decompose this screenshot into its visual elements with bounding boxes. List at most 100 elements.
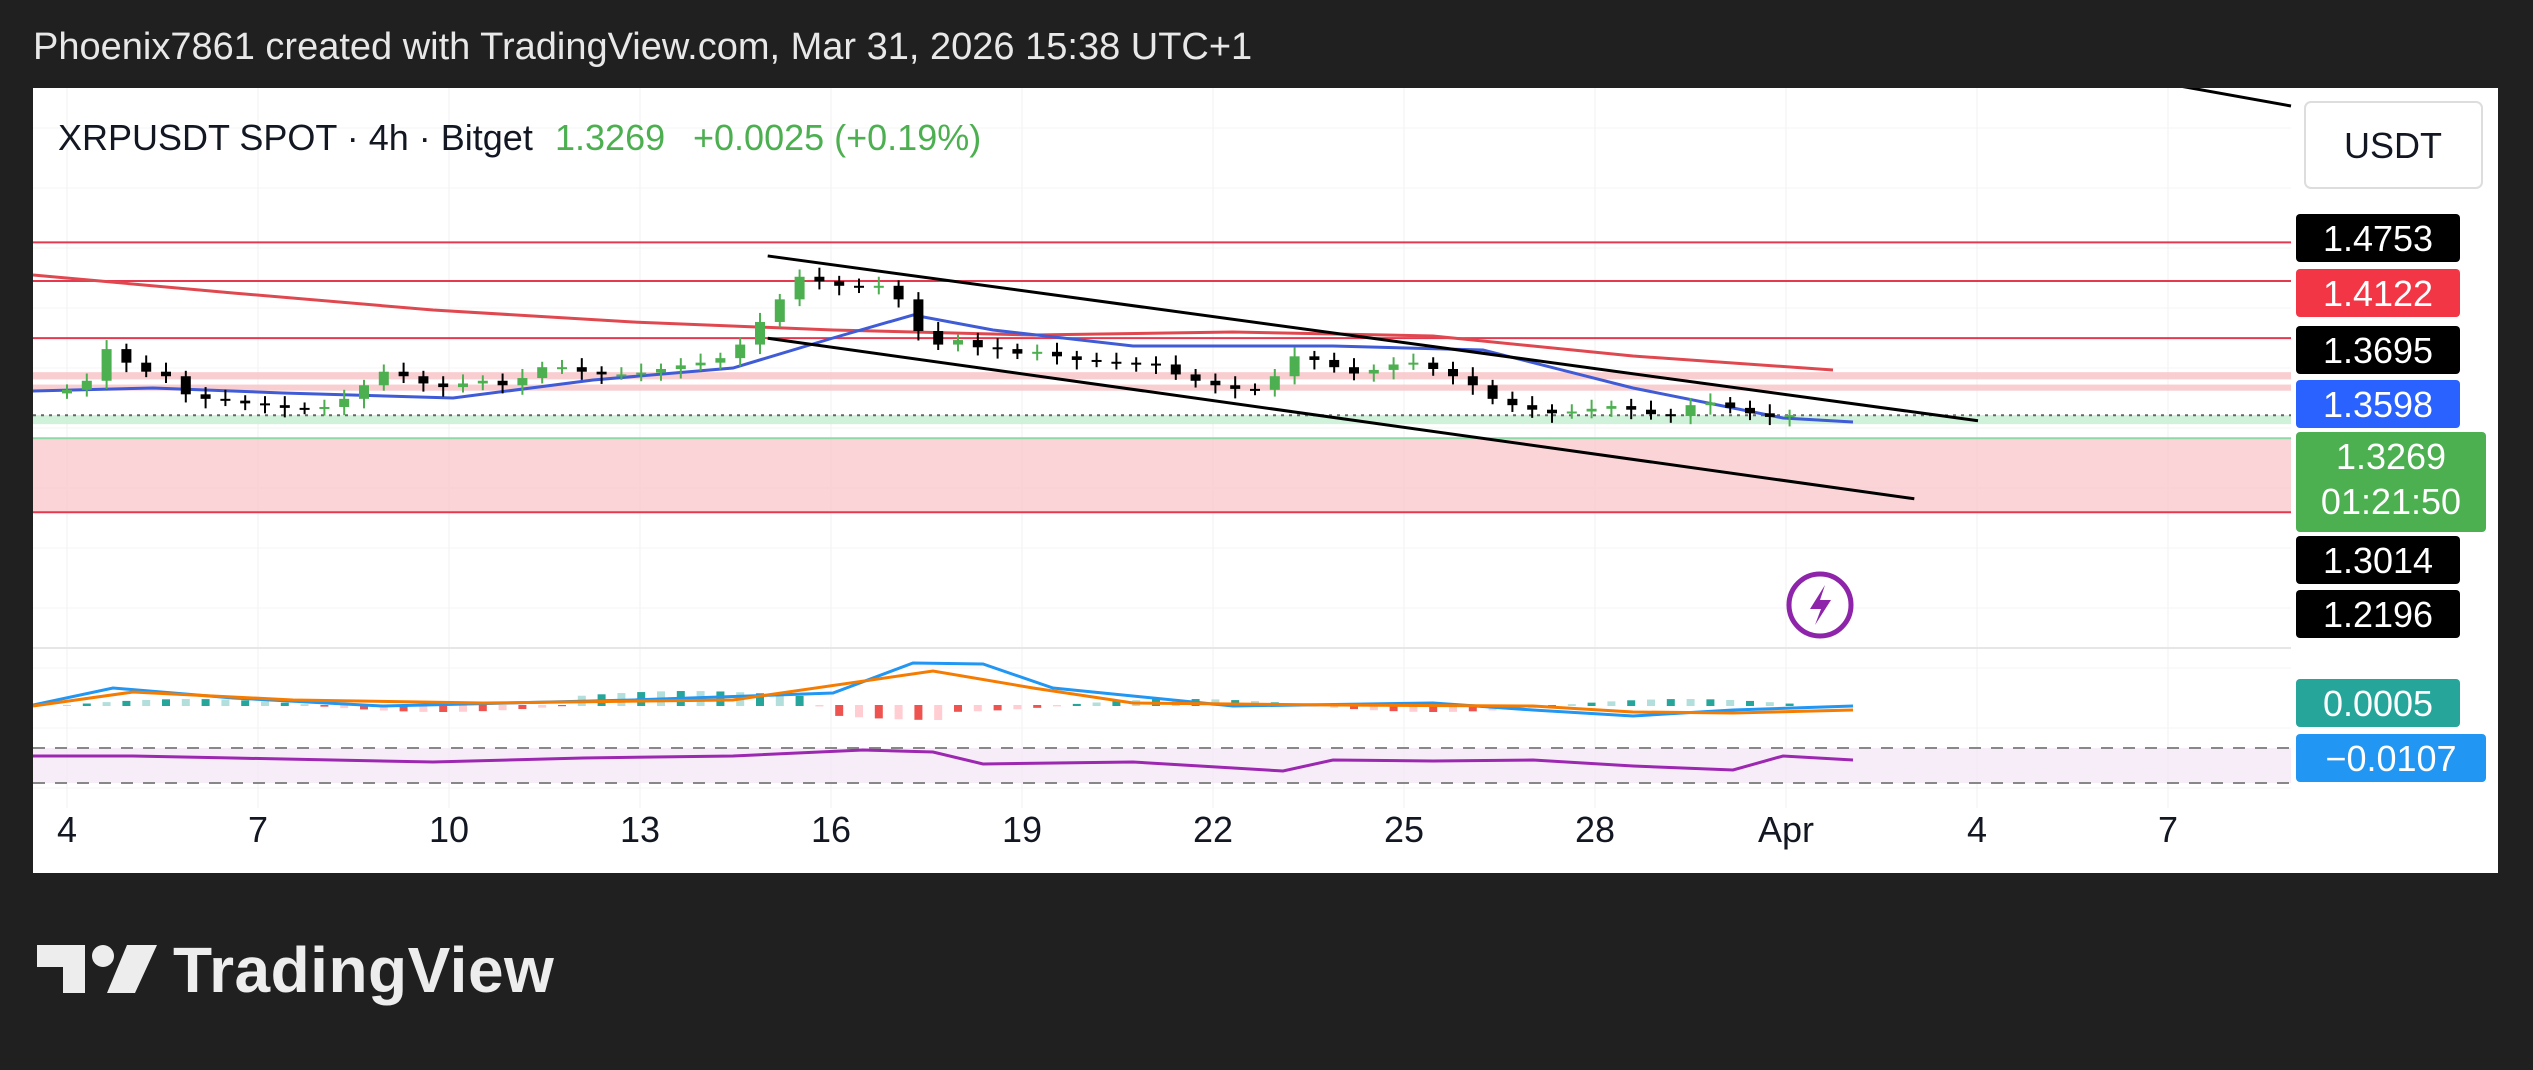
macd-histogram-bar	[855, 705, 863, 718]
macd-histogram-bar	[498, 705, 507, 711]
candle-body	[1527, 405, 1538, 410]
x-tick-label: 19	[1002, 809, 1042, 850]
price-label: 1.3695	[2323, 330, 2433, 371]
candle-body	[893, 285, 904, 300]
macd-histogram-bar	[459, 705, 467, 712]
macd-histogram-bar	[1072, 703, 1081, 706]
candle-body	[1309, 356, 1320, 360]
macd-histogram-bar	[261, 701, 269, 706]
x-tick-label: 4	[1967, 809, 1987, 850]
macd-histogram-bar	[478, 705, 487, 712]
legend-change: +0.0025 (+0.19%)	[693, 117, 981, 158]
candle-body	[260, 403, 270, 406]
candle-body	[576, 367, 587, 372]
macd-histogram-bar	[1746, 700, 1754, 706]
price-label: 1.4122	[2323, 273, 2433, 314]
macd-histogram-bar	[894, 705, 903, 720]
candle-body	[1329, 359, 1340, 368]
macd-histogram-bar	[1765, 702, 1774, 706]
macd-histogram-bar	[1033, 705, 1042, 708]
chart-caption: Phoenix7861 created with TradingView.com…	[33, 26, 1253, 68]
candle-body	[1349, 367, 1359, 374]
macd-histogram-bar	[993, 705, 1002, 711]
candle-body	[378, 371, 389, 386]
rsi-band	[33, 748, 2291, 783]
candle-body	[1566, 411, 1577, 414]
macd-signal-line	[33, 669, 1854, 715]
candle-body	[1111, 361, 1122, 364]
candle-body	[1151, 363, 1161, 366]
macd-histogram-bar	[201, 699, 210, 706]
macd-histogram-bar	[241, 700, 250, 706]
candle-body	[656, 368, 666, 373]
candle-body	[814, 276, 825, 282]
indicator-label: 0.0005	[2323, 683, 2433, 724]
candle-body	[1764, 413, 1775, 417]
candle-body	[1190, 374, 1201, 381]
candle-body	[557, 367, 567, 370]
macd-histogram-bar	[1647, 699, 1655, 706]
candle-body	[121, 349, 132, 363]
candle-body	[1784, 415, 1795, 418]
tradingview-logo-icon	[37, 945, 157, 993]
x-tick-label: 16	[811, 809, 851, 850]
countdown-label: 01:21:50	[2321, 481, 2461, 522]
macd-histogram-bar	[320, 705, 329, 707]
macd-histogram-bar	[280, 702, 289, 706]
macd-histogram-bar	[934, 705, 943, 720]
candle-body	[616, 374, 627, 377]
x-tick-label: 7	[248, 809, 268, 850]
candle-body	[636, 372, 647, 375]
price-label: 1.3598	[2323, 384, 2433, 425]
candle-body	[1626, 406, 1637, 410]
candle-body	[1368, 369, 1379, 374]
candle-body	[220, 398, 231, 401]
macd-histogram-bar	[300, 704, 309, 706]
candle-body	[81, 380, 92, 390]
candle-body	[1408, 362, 1419, 365]
candle-body	[715, 358, 726, 363]
price-label: 1.3269	[2336, 436, 2446, 477]
macd-histogram-bar	[1053, 705, 1061, 707]
candle-body	[1210, 380, 1221, 386]
candle-body	[1289, 356, 1300, 377]
macd-histogram-bar	[973, 705, 982, 712]
candle-body	[62, 389, 72, 394]
chart-canvas[interactable]: 4 7 10 13 16 19 22 25 28 Apr 4 7 USDT 1.4753 1.4122 1.…	[33, 88, 2498, 873]
candle-body	[972, 340, 983, 348]
macd-histogram-bar	[162, 699, 170, 706]
x-tick-label: 13	[620, 809, 660, 850]
candle-body	[1032, 351, 1043, 354]
macd-histogram-bar	[795, 695, 804, 706]
candle-body	[834, 281, 845, 286]
tradingview-logo: TradingView	[37, 934, 554, 1006]
candle-body	[1705, 402, 1716, 406]
price-label: 1.4753	[2323, 218, 2433, 259]
candle-body	[1725, 402, 1736, 408]
candle-body	[141, 362, 152, 372]
price-label: 1.2196	[2323, 594, 2433, 635]
candle-body	[755, 321, 765, 345]
macd-histogram-bar	[954, 705, 962, 712]
candle-body	[774, 299, 785, 322]
candle-body	[1685, 405, 1696, 417]
currency-label[interactable]: USDT	[2344, 125, 2442, 166]
chart-panel[interactable]: 4 7 10 13 16 19 22 25 28 Apr 4 7 USDT 1.4753 1.4122 1.…	[33, 88, 2498, 873]
candle-body	[695, 362, 706, 366]
macd-histogram-bar	[815, 705, 824, 707]
candle-body	[1428, 362, 1439, 369]
candle-body	[537, 367, 548, 379]
candle-body	[279, 405, 290, 408]
candle-body	[101, 349, 112, 381]
macd-histogram-bar	[63, 705, 71, 706]
candle-body	[854, 285, 864, 288]
macd-histogram-bar	[1666, 699, 1675, 706]
macd-histogram-bar	[221, 699, 230, 706]
candle-body	[359, 385, 369, 399]
candle-body	[873, 285, 884, 288]
x-tick-label: 25	[1384, 809, 1424, 850]
candle-body	[438, 383, 449, 388]
macd-histogram-bar	[1567, 704, 1576, 706]
candle-body	[1547, 409, 1557, 414]
x-tick-label: Apr	[1758, 809, 1814, 850]
